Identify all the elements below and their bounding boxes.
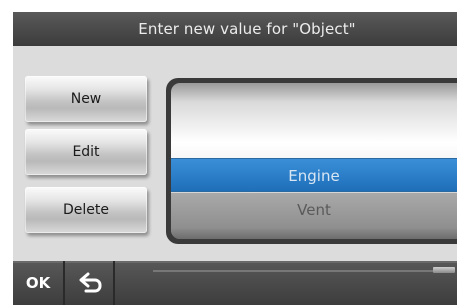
bottom-toolbar: OK: [13, 261, 457, 305]
back-button[interactable]: [67, 261, 115, 305]
list-item-selected[interactable]: Engine: [171, 158, 457, 192]
ok-button[interactable]: OK: [13, 261, 65, 305]
dialog-title: Enter new value for "Object": [13, 12, 457, 46]
scroll-handle[interactable]: [433, 267, 455, 273]
value-list-viewport[interactable]: Engine Vent: [171, 83, 457, 239]
list-item-empty[interactable]: [171, 83, 457, 155]
value-entry-dialog: Enter new value for "Object" New Edit De…: [13, 12, 457, 305]
list-item[interactable]: Vent: [171, 193, 457, 229]
edit-button[interactable]: Edit: [25, 129, 147, 175]
list-bottom-edge: [171, 229, 457, 239]
delete-button[interactable]: Delete: [25, 187, 147, 233]
value-list: Engine Vent: [166, 78, 457, 244]
scroll-track: [153, 270, 436, 272]
new-button[interactable]: New: [25, 76, 147, 122]
back-arrow-icon: [79, 272, 102, 293]
